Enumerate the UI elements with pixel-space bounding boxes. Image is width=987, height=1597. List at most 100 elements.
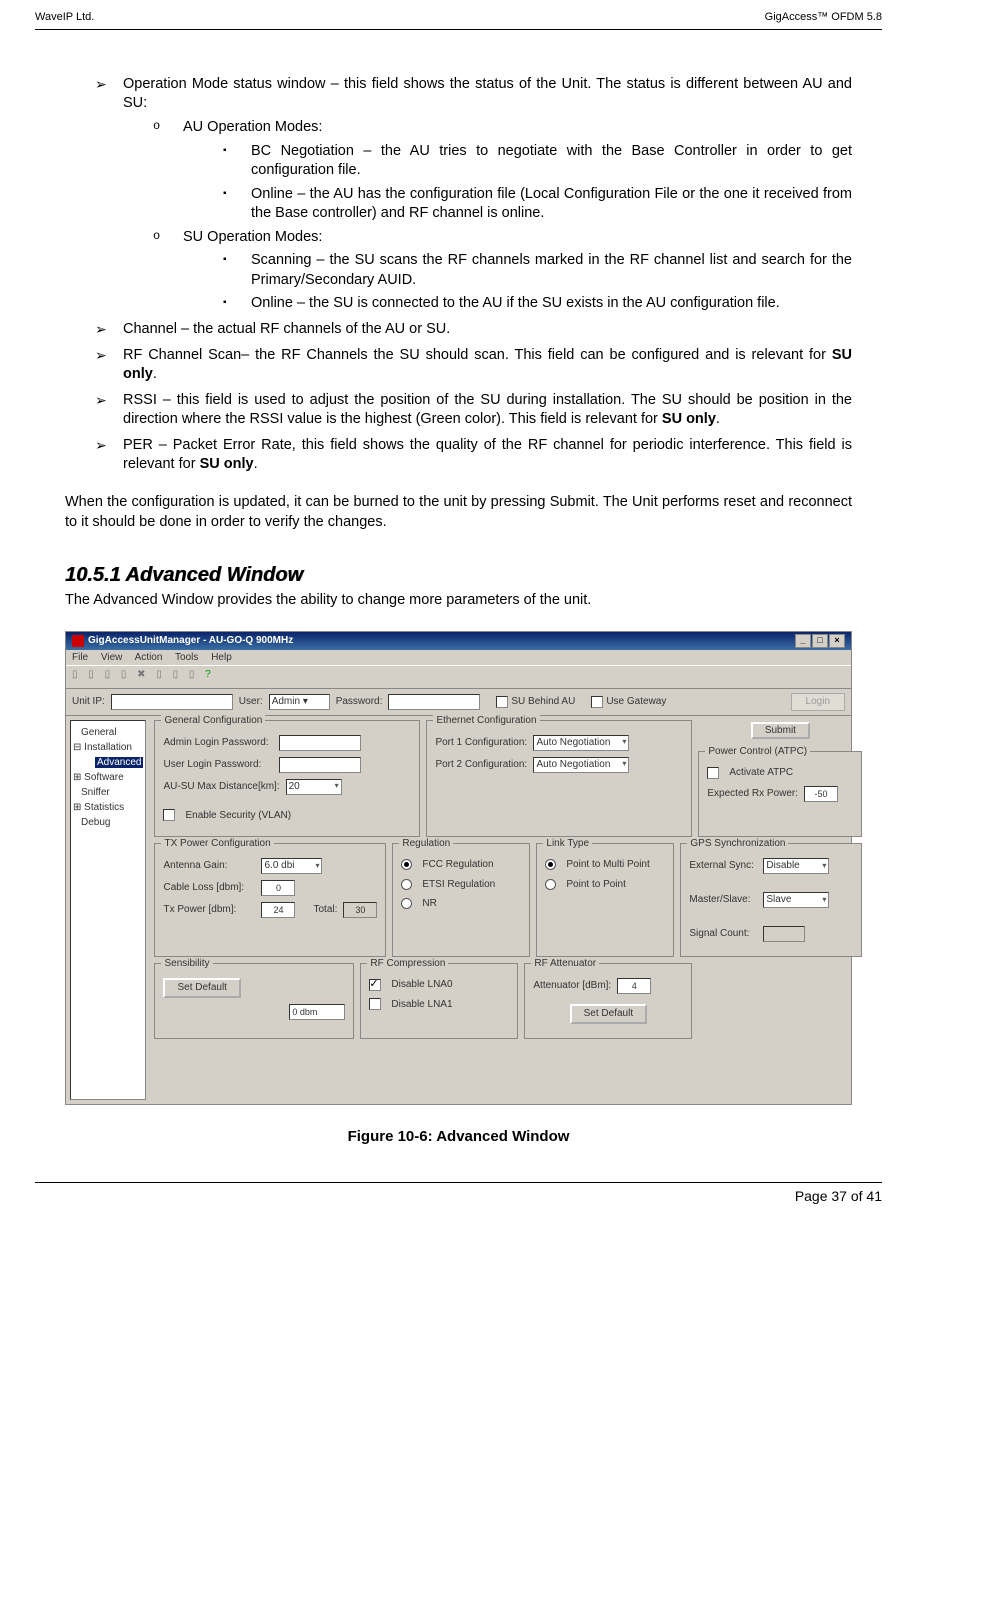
text: Operation Mode status window – this fiel… <box>123 76 852 112</box>
text: AU Operation Modes: <box>183 119 322 135</box>
minimize-icon[interactable]: _ <box>795 634 811 648</box>
tree-sniffer[interactable]: Sniffer <box>73 785 143 800</box>
bold: SU only <box>200 456 254 472</box>
label-attenuator: Attenuator [dBm]: <box>533 979 611 993</box>
label-unit-ip: Unit IP: <box>72 695 105 709</box>
text: Auto Negotiation <box>536 758 610 772</box>
bullet-su-online: Online – the SU is connected to the AU i… <box>223 294 852 314</box>
header-right: GigAccess™ OFDM 5.8 <box>765 10 882 25</box>
ext-sync-dropdown[interactable]: Disable <box>763 858 829 874</box>
text: SU Operation Modes: <box>183 229 322 245</box>
menu-action[interactable]: Action <box>135 652 163 663</box>
txp-field[interactable]: 24 <box>261 902 295 918</box>
su-behind-checkbox[interactable] <box>496 696 508 708</box>
text: . <box>716 411 720 427</box>
text: Disable <box>766 859 799 873</box>
menu-view[interactable]: View <box>101 652 123 663</box>
user-dropdown[interactable]: Admin ▾ <box>269 694 330 710</box>
tree-advanced[interactable]: Advanced <box>73 755 143 770</box>
nav-tree[interactable]: General ⊟ Installation Advanced ⊞ Softwa… <box>70 720 146 1100</box>
ms-dropdown[interactable]: Slave <box>763 892 829 908</box>
fcc-radio[interactable] <box>401 859 412 870</box>
signal-count-field <box>763 926 805 942</box>
label-admin-pw: Admin Login Password: <box>163 736 273 750</box>
window-titlebar: GigAccessUnitManager - AU-GO-Q 900MHz _□… <box>66 632 851 650</box>
toolbar[interactable]: ▯ ▯ ▯ ▯ ✖ ▯ ▯ ▯ ? <box>66 665 851 689</box>
disable-lna1-checkbox[interactable] <box>369 998 381 1010</box>
tree-debug[interactable]: Debug <box>73 815 143 830</box>
label-expected-rx: Expected Rx Power: <box>707 787 798 801</box>
password-field[interactable] <box>388 694 480 710</box>
text: . <box>153 366 157 382</box>
label-use-gw: Use Gateway <box>606 696 666 707</box>
group-linktype: Link Type Point to Multi Point Point to … <box>536 843 674 957</box>
tree-installation[interactable]: ⊟ Installation <box>73 740 143 755</box>
port2-dropdown[interactable]: Auto Negotiation <box>533 757 629 773</box>
group-regulation: Regulation FCC Regulation ETSI Regulatio… <box>392 843 530 957</box>
user-pw-field[interactable] <box>279 757 361 773</box>
login-button[interactable]: Login <box>791 693 845 711</box>
tree-general[interactable]: General <box>73 725 143 740</box>
label-port2: Port 2 Configuration: <box>435 758 527 772</box>
port1-dropdown[interactable]: Auto Negotiation <box>533 735 629 751</box>
bullet-au-bc: BC Negotiation – the AU tries to negotia… <box>223 142 852 181</box>
pmp-radio[interactable] <box>545 859 556 870</box>
label-enable-sec: Enable Security (VLAN) <box>185 809 291 823</box>
set-default-button[interactable]: Set Default <box>163 978 240 998</box>
content: Operation Mode status window – this fiel… <box>35 75 882 1147</box>
ptp-radio[interactable] <box>545 879 556 890</box>
activate-atpc-checkbox[interactable] <box>707 767 719 779</box>
use-gw-checkbox[interactable] <box>591 696 603 708</box>
text: 20 <box>289 780 300 794</box>
menubar[interactable]: File View Action Tools Help <box>66 650 851 666</box>
bullet-list: Operation Mode status window – this fiel… <box>65 75 852 475</box>
close-icon[interactable]: × <box>829 634 845 648</box>
etsi-radio[interactable] <box>401 879 412 890</box>
text: Software <box>84 772 123 783</box>
menu-help[interactable]: Help <box>211 652 232 663</box>
window-buttons[interactable]: _□× <box>794 634 845 648</box>
text: Auto Negotiation <box>536 736 610 750</box>
tree-statistics[interactable]: ⊞ Statistics <box>73 800 143 815</box>
expected-rx-field[interactable]: -50 <box>804 786 838 802</box>
group-rfcomp: RF Compression Disable LNA0 Disable LNA1 <box>360 963 518 1039</box>
tree-software[interactable]: ⊞ Software <box>73 770 143 785</box>
disable-lna0-checkbox[interactable] <box>369 979 381 991</box>
set-default-button-2[interactable]: Set Default <box>570 1004 647 1024</box>
admin-pw-field[interactable] <box>279 735 361 751</box>
label-txp: Tx Power [dbm]: <box>163 903 255 917</box>
bold: SU only <box>662 411 716 427</box>
sens-value[interactable]: 0 dbm <box>289 1004 345 1020</box>
nr-radio[interactable] <box>401 898 412 909</box>
submit-button[interactable]: Submit <box>751 722 810 739</box>
group-title: Sensibility <box>161 957 212 971</box>
text: Advanced <box>95 757 143 768</box>
text: 6.0 dbi <box>264 859 294 873</box>
label-etsi: ETSI Regulation <box>422 878 495 892</box>
label-master-slave: Master/Slave: <box>689 893 759 907</box>
group-title: RF Compression <box>367 957 448 971</box>
attenuator-field[interactable]: 4 <box>617 978 651 994</box>
connection-row: Unit IP: User: Admin ▾ Password: SU Behi… <box>66 689 851 716</box>
maximize-icon[interactable]: □ <box>812 634 828 648</box>
max-dist-dropdown[interactable]: 20 <box>286 779 342 795</box>
enable-sec-checkbox[interactable] <box>163 809 175 821</box>
label-activate-atpc: Activate ATPC <box>729 766 793 780</box>
label-ext-sync: External Sync: <box>689 859 759 873</box>
screenshot-window: GigAccessUnitManager - AU-GO-Q 900MHz _□… <box>65 631 852 1105</box>
figure-caption: Figure 10-6: Advanced Window <box>65 1127 852 1147</box>
group-title: Ethernet Configuration <box>433 714 539 728</box>
menu-tools[interactable]: Tools <box>175 652 198 663</box>
text: . <box>254 456 258 472</box>
total-field: 30 <box>343 902 377 918</box>
bullet-channel: Channel – the actual RF channels of the … <box>95 320 852 340</box>
cable-field[interactable]: 0 <box>261 880 295 896</box>
gain-dropdown[interactable]: 6.0 dbi <box>261 858 322 874</box>
figure: GigAccessUnitManager - AU-GO-Q 900MHz _□… <box>65 631 852 1147</box>
app-icon <box>72 635 84 647</box>
label-gain: Antenna Gain: <box>163 859 255 873</box>
unit-ip-dropdown[interactable] <box>111 694 233 710</box>
label-user-pw: User Login Password: <box>163 758 273 772</box>
main-area: General ⊟ Installation Advanced ⊞ Softwa… <box>66 716 851 1104</box>
menu-file[interactable]: File <box>72 652 88 663</box>
